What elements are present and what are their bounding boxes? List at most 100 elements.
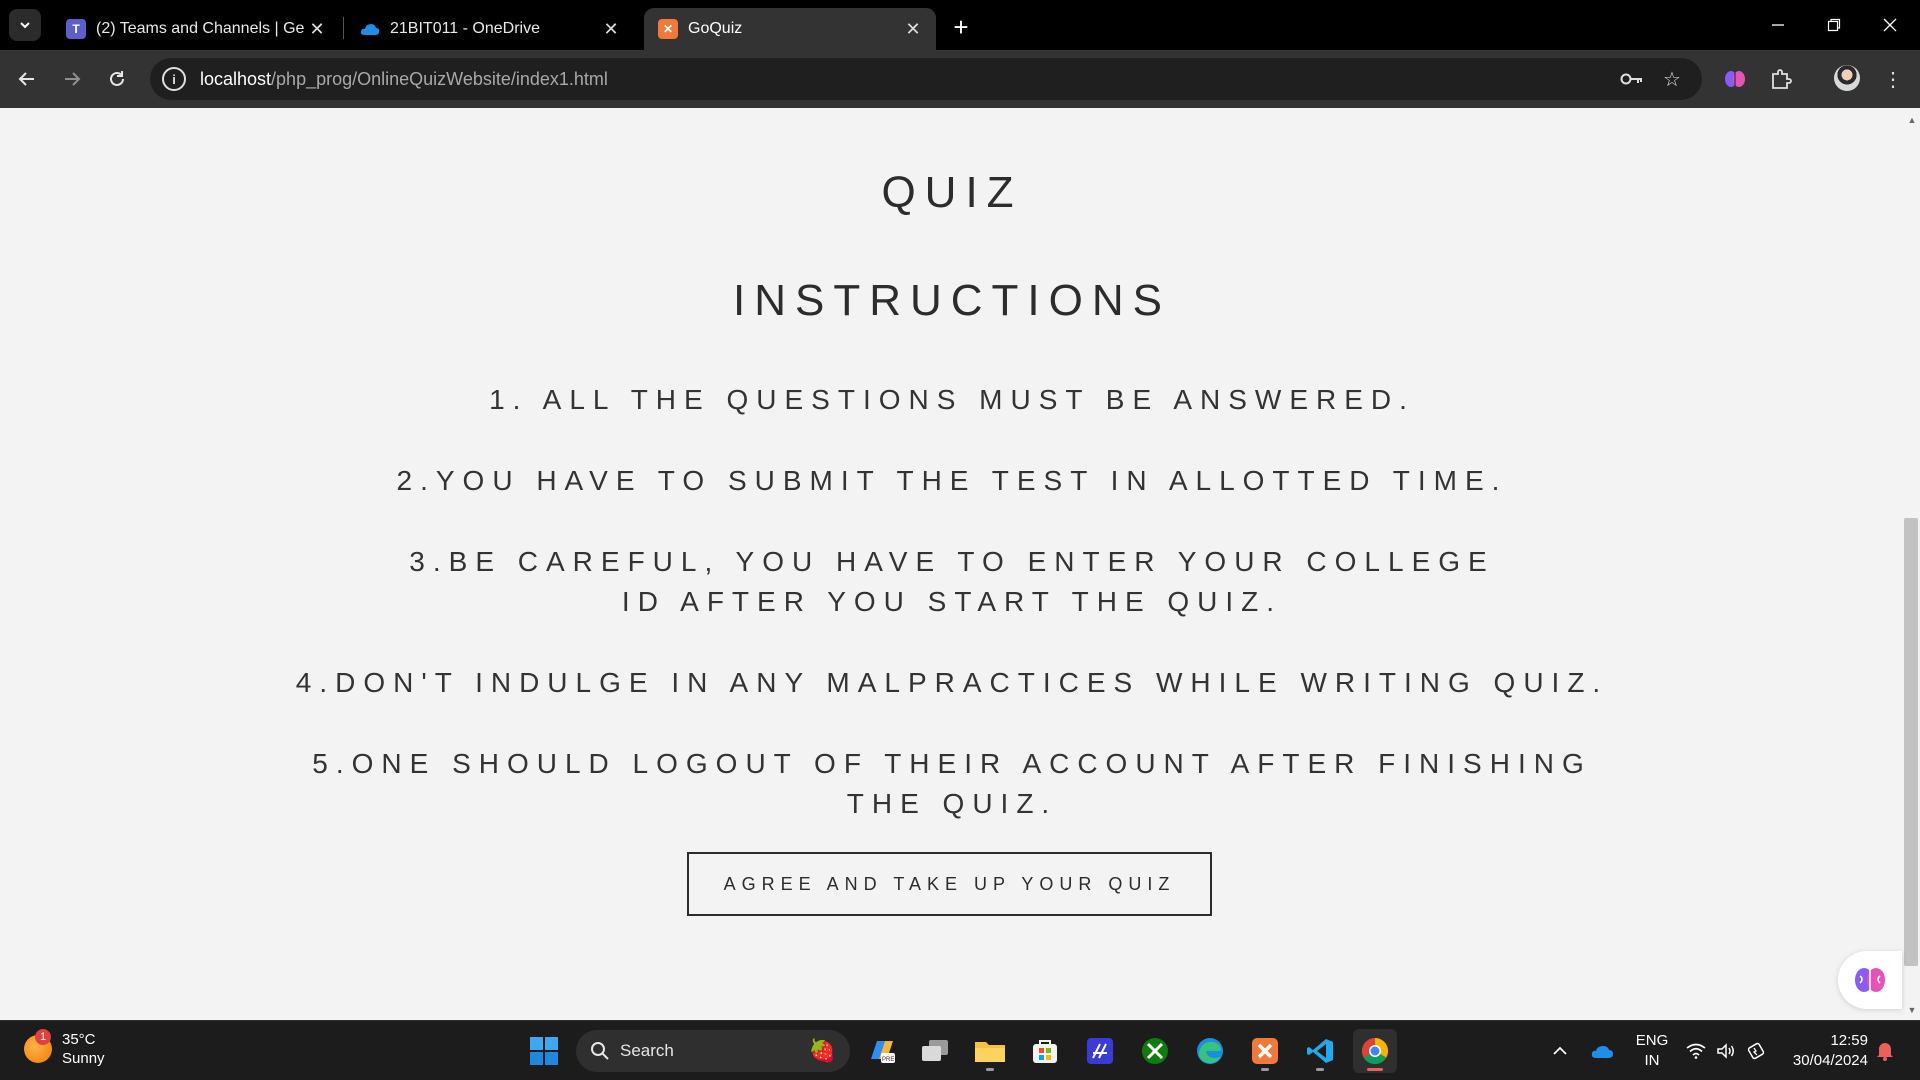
url-text: localhost/php_prog/OnlineQuizWebsite/ind… — [200, 68, 608, 89]
chrome-app[interactable] — [1353, 1029, 1397, 1073]
search-label: Search — [620, 1041, 674, 1060]
browser-tab-strip: T (2) Teams and Channels | Gener ✕ 21BIT… — [0, 0, 1920, 50]
agree-button[interactable]: AGREE AND TAKE UP YOUR QUIZ — [687, 852, 1212, 916]
weather-temperature: 35°C — [62, 1031, 96, 1048]
copilot-icon: PRE — [871, 1041, 895, 1063]
tab-separator — [343, 17, 344, 39]
new-tab-button[interactable]: + — [946, 12, 976, 42]
profile-avatar[interactable] — [1834, 65, 1860, 91]
close-icon[interactable]: ✕ — [900, 16, 926, 42]
tab-teams[interactable]: T (2) Teams and Channels | Gener ✕ — [52, 8, 340, 50]
xampp-icon — [1252, 1038, 1278, 1064]
close-icon[interactable]: ✕ — [598, 16, 624, 42]
reload-button[interactable] — [100, 62, 134, 96]
task-view-icon — [922, 1040, 948, 1061]
more-menu-icon[interactable]: ⋮ — [1878, 64, 1908, 94]
rule-item: 5.One should logout of their account aft… — [312, 748, 1592, 819]
editor-app[interactable] — [1078, 1029, 1122, 1073]
ms-store-app[interactable] — [1023, 1029, 1067, 1073]
close-icon — [1883, 18, 1897, 32]
address-bar[interactable]: i localhost/php_prog/OnlineQuizWebsite/i… — [150, 58, 1702, 100]
scrollbar-thumb[interactable] — [1904, 518, 1918, 966]
close-icon[interactable]: ✕ — [304, 16, 330, 42]
teams-icon: T — [66, 19, 86, 39]
brain-extension-icon[interactable] — [1720, 64, 1750, 94]
folder-icon — [975, 1042, 1005, 1062]
close-window-button[interactable] — [1862, 0, 1918, 50]
site-info-icon[interactable]: i — [162, 67, 186, 91]
password-key-icon[interactable] — [1620, 67, 1644, 91]
task-view-app[interactable] — [913, 1029, 957, 1073]
windows-taskbar: 1 35°C Sunny Search 🍓 PRE ENG IN 12:59 3… — [0, 1020, 1920, 1080]
tab-goquiz[interactable]: ✕ GoQuiz ✕ — [644, 8, 936, 50]
xbox-icon — [1142, 1038, 1168, 1064]
pen-app-icon — [1087, 1038, 1113, 1064]
weather-description: Sunny — [62, 1050, 105, 1067]
running-indicator — [986, 1068, 994, 1071]
running-indicator — [1261, 1068, 1269, 1071]
browser-toolbar: i localhost/php_prog/OnlineQuizWebsite/i… — [0, 50, 1920, 108]
brain-icon — [1855, 968, 1885, 992]
wifi-icon[interactable] — [1686, 1039, 1706, 1063]
extensions-puzzle-icon[interactable] — [1766, 64, 1796, 94]
onedrive-icon — [360, 19, 380, 39]
language-indicator[interactable]: ENG IN — [1632, 1031, 1672, 1071]
instructions-list: 1. All the questions must be answered. 2… — [0, 380, 1904, 865]
rule-item: 2.You have to submit the test in allotte… — [396, 465, 1508, 496]
scroll-down-arrow[interactable]: ▼ — [1904, 1002, 1920, 1018]
volume-icon[interactable] — [1716, 1039, 1736, 1063]
xampp-app[interactable] — [1243, 1029, 1287, 1073]
vscode-app[interactable] — [1298, 1029, 1342, 1073]
sun-icon: 1 — [24, 1029, 52, 1063]
tab-title: (2) Teams and Channels | Gener — [96, 20, 304, 37]
onedrive-tray-icon[interactable] — [1590, 1039, 1614, 1063]
minimize-icon — [1772, 24, 1784, 26]
clock-time: 12:59 — [1830, 1032, 1868, 1049]
forward-button[interactable] — [55, 62, 89, 96]
bookmark-star-icon[interactable]: ☆ — [1660, 67, 1684, 91]
search-icon — [591, 1042, 609, 1060]
strawberry-icon: 🍓 — [808, 1038, 836, 1063]
scroll-up-arrow[interactable]: ▲ — [1904, 112, 1920, 128]
tab-onedrive[interactable]: 21BIT011 - OneDrive ✕ — [346, 8, 634, 50]
battery-charging-icon[interactable] — [1746, 1039, 1766, 1063]
rule-item: 4.Don't indulge in any malpractices whil… — [295, 667, 1609, 698]
forward-arrow-icon — [65, 72, 81, 86]
tab-search-button[interactable] — [9, 9, 41, 41]
weather-widget[interactable]: 1 35°C Sunny — [24, 1029, 105, 1068]
chevron-up-icon[interactable] — [1552, 1039, 1568, 1063]
running-indicator — [1367, 1068, 1383, 1071]
windows-logo-icon — [530, 1037, 558, 1065]
instructions-heading: INSTRUCTIONS — [733, 276, 1171, 325]
store-icon — [1033, 1040, 1057, 1063]
taskbar-search[interactable]: Search 🍓 — [576, 1030, 850, 1072]
start-button[interactable] — [522, 1029, 566, 1073]
rule-item: 1. All the questions must be answered. — [489, 384, 1415, 415]
svg-text:PRE: PRE — [882, 1057, 894, 1063]
copilot-app[interactable]: PRE — [860, 1029, 904, 1073]
notification-badge: 1 — [35, 1029, 51, 1045]
xampp-icon: ✕ — [658, 19, 678, 39]
chrome-icon — [1361, 1037, 1389, 1065]
tab-title: 21BIT011 - OneDrive — [390, 20, 540, 37]
xbox-app[interactable] — [1133, 1029, 1177, 1073]
clock-date: 30/04/2024 — [1792, 1052, 1868, 1069]
minimize-button[interactable] — [1750, 0, 1806, 50]
restore-button[interactable] — [1806, 0, 1862, 50]
floating-assistant-button[interactable] — [1838, 951, 1902, 1009]
back-arrow-icon — [18, 72, 34, 86]
back-button[interactable] — [10, 62, 44, 96]
tab-title: GoQuiz — [688, 20, 743, 37]
rule-item: 3.Be careful, you have to enter your col… — [409, 546, 1495, 617]
chevron-down-icon — [20, 22, 30, 29]
notification-bell-icon[interactable] — [1876, 1039, 1894, 1063]
edge-app[interactable] — [1188, 1029, 1232, 1073]
edge-icon — [1197, 1038, 1223, 1064]
file-explorer-app[interactable] — [968, 1029, 1012, 1073]
system-clock[interactable]: 12:59 30/04/2024 — [1778, 1031, 1868, 1071]
restore-icon — [1827, 18, 1841, 32]
page-title: QUIZ — [881, 168, 1023, 217]
reload-icon — [110, 71, 124, 86]
vscode-icon — [1307, 1039, 1333, 1063]
running-indicator — [1316, 1068, 1324, 1071]
